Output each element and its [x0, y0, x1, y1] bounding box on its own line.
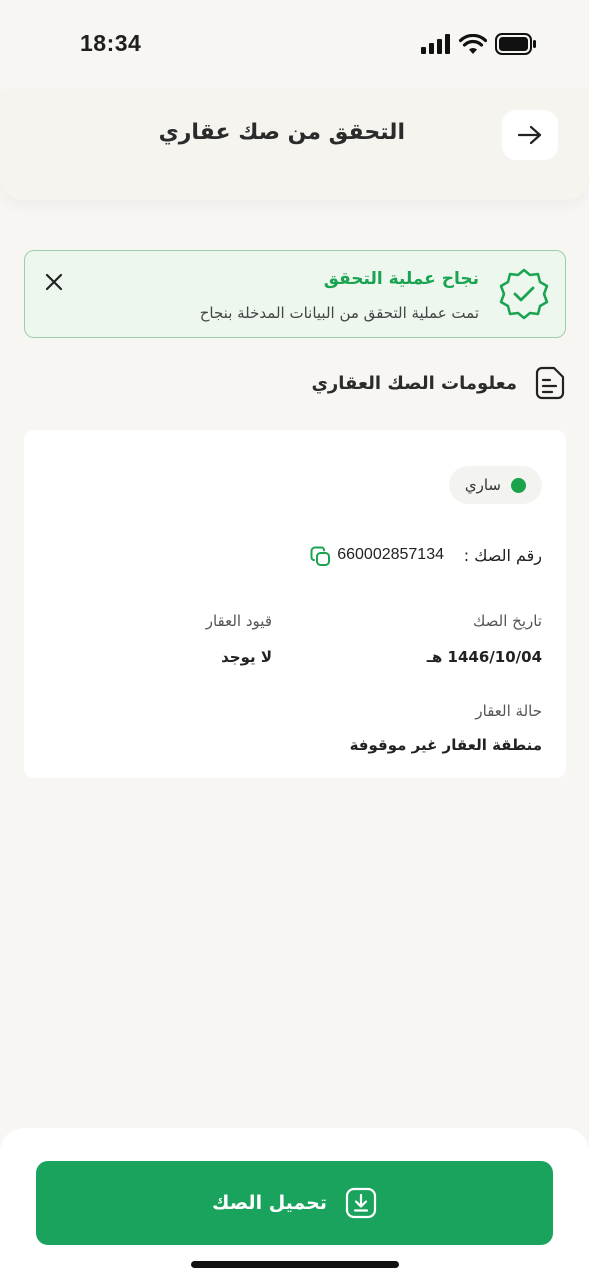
copy-icon[interactable]	[310, 546, 332, 568]
wifi-icon	[459, 34, 487, 54]
status-icons	[421, 33, 537, 55]
home-indicator	[191, 1261, 399, 1268]
download-deed-button[interactable]: تحميل الصك	[36, 1161, 553, 1245]
section-title: معلومات الصك العقاري	[311, 372, 517, 394]
restrictions-value: لا يوجد	[221, 648, 272, 666]
alert-message: تمت عملية التحقق من البيانات المدخلة بنج…	[199, 304, 479, 322]
status-bar: 18:34	[0, 0, 589, 90]
document-icon	[535, 366, 565, 400]
page-header: التحقق من صك عقاري	[0, 90, 589, 200]
deed-date-label: تاريخ الصك	[472, 612, 542, 630]
status-badge: ساري	[448, 466, 542, 504]
arrow-right-icon	[517, 125, 542, 145]
battery-icon	[495, 33, 536, 55]
status-badge-label: ساري	[464, 476, 501, 494]
verified-badge-icon	[499, 268, 549, 320]
status-dot	[511, 477, 526, 493]
section-heading: معلومات الصك العقاري	[311, 366, 565, 400]
deed-number-label: رقم الصك :	[463, 546, 542, 565]
bottom-action-bar: تحميل الصك	[0, 1128, 589, 1280]
success-alert: نجاح عملية التحقق تمت عملية التحقق من ال…	[24, 250, 566, 338]
close-icon[interactable]	[43, 271, 65, 293]
property-status-label: حالة العقار	[475, 702, 542, 720]
back-button[interactable]	[502, 110, 558, 160]
status-time: 18:34	[80, 30, 142, 56]
download-button-label: تحميل الصك	[212, 1192, 327, 1214]
deed-number-value: 660002857134	[337, 546, 444, 563]
cellular-signal-icon	[421, 34, 450, 54]
page-title: التحقق من صك عقاري	[158, 120, 405, 145]
deed-info-card: ساري رقم الصك : 660002857134 تاريخ الصك …	[24, 430, 566, 778]
alert-title: نجاح عملية التحقق	[323, 269, 479, 289]
download-icon	[345, 1187, 377, 1219]
restrictions-label: قيود العقار	[205, 612, 272, 630]
deed-date-value: 1446/10/04 هـ	[426, 648, 542, 666]
property-status-value: منطقة العقار غير موقوفة	[349, 736, 542, 754]
